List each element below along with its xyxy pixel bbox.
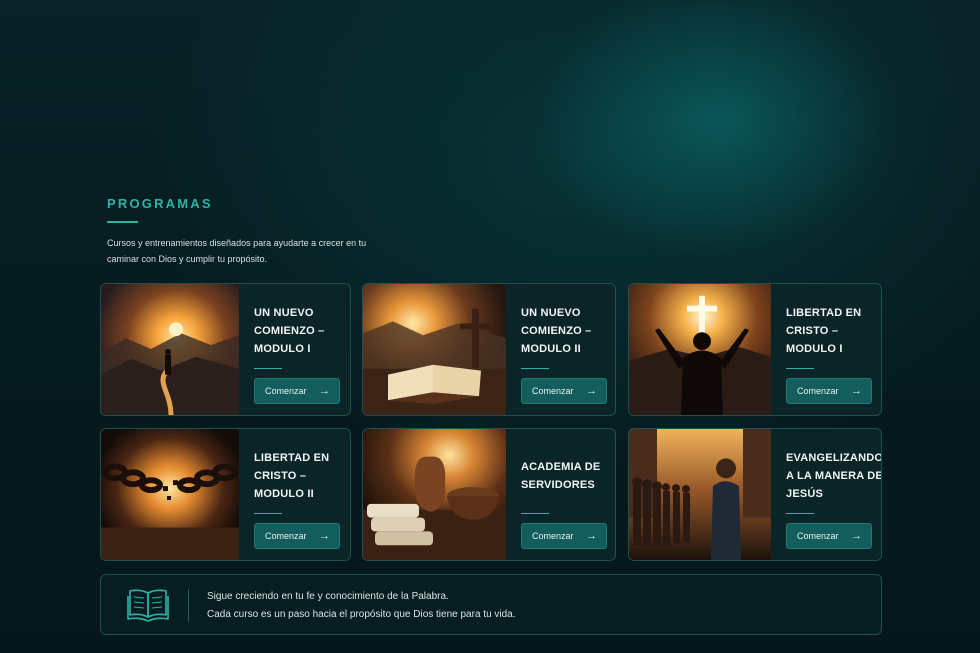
button-label: Comenzar: [532, 531, 574, 541]
section-heading-rule: [107, 221, 138, 223]
button-label: Comenzar: [532, 386, 574, 396]
course-title: ACADEMIA DE SERVIDORES: [521, 461, 601, 491]
towels-basin-image: [363, 429, 506, 560]
course-card-nuevo-comienzo-2[interactable]: UN NUEVO COMIENZO – MODULO II Comenzar →: [362, 283, 616, 416]
arrow-right-icon: →: [586, 530, 597, 542]
arrow-right-icon: →: [319, 530, 330, 542]
button-label: Comenzar: [797, 531, 839, 541]
button-label: Comenzar: [265, 531, 307, 541]
title-rule: [786, 368, 814, 369]
course-card-nuevo-comienzo-1[interactable]: UN NUEVO COMIENZO – MODULO I Comenzar →: [100, 283, 351, 416]
footer-line-1: Sigue creciendo en tu fe y conocimiento …: [207, 591, 449, 602]
raised-hands-cross-image: [629, 284, 771, 415]
title-rule: [254, 513, 282, 514]
arrow-right-icon: →: [319, 385, 330, 397]
comenzar-button[interactable]: Comenzar →: [521, 523, 607, 549]
arrow-right-icon: →: [851, 385, 862, 397]
footer-line-2: Cada curso es un paso hacia el propósito…: [207, 609, 516, 620]
arrow-right-icon: →: [851, 530, 862, 542]
arrow-right-icon: →: [586, 385, 597, 397]
bible-cross-image: [363, 284, 506, 415]
course-card-academia-servidores[interactable]: ACADEMIA DE SERVIDORES Comenzar →: [362, 428, 616, 561]
course-title: EVANGELIZANDO A LA MANERA DE JESÚS: [786, 452, 882, 500]
comenzar-button[interactable]: Comenzar →: [786, 378, 872, 404]
title-rule: [521, 368, 549, 369]
title-rule: [786, 513, 814, 514]
open-book-icon: [127, 587, 169, 627]
title-rule: [521, 513, 549, 514]
button-label: Comenzar: [265, 386, 307, 396]
comenzar-button[interactable]: Comenzar →: [786, 523, 872, 549]
course-title: UN NUEVO COMIENZO – MODULO II: [521, 307, 592, 355]
comenzar-button[interactable]: Comenzar →: [521, 378, 607, 404]
footer-text: Sigue creciendo en tu fe y conocimiento …: [207, 588, 516, 624]
comenzar-button[interactable]: Comenzar →: [254, 523, 340, 549]
footer-divider: [188, 589, 189, 622]
footer-banner: Sigue creciendo en tu fe y conocimiento …: [100, 574, 882, 635]
course-card-libertad-cristo-2[interactable]: LIBERTAD EN CRISTO – MODULO II Comenzar …: [100, 428, 351, 561]
path-sunrise-image: [101, 284, 239, 415]
course-card-evangelizando[interactable]: EVANGELIZANDO A LA MANERA DE JESÚS Comen…: [628, 428, 882, 561]
street-crowd-image: [629, 429, 771, 560]
title-rule: [254, 368, 282, 369]
section-heading: PROGRAMAS: [107, 196, 213, 211]
course-card-libertad-cristo-1[interactable]: LIBERTAD EN CRISTO – MODULO I Comenzar →: [628, 283, 882, 416]
course-title: UN NUEVO COMIENZO – MODULO I: [254, 307, 325, 355]
button-label: Comenzar: [797, 386, 839, 396]
comenzar-button[interactable]: Comenzar →: [254, 378, 340, 404]
section-subtitle: Cursos y entrenamientos diseñados para a…: [107, 238, 367, 264]
course-title: LIBERTAD EN CRISTO – MODULO I: [786, 307, 862, 355]
course-title: LIBERTAD EN CRISTO – MODULO II: [254, 452, 330, 500]
broken-chains-image: [101, 429, 239, 560]
